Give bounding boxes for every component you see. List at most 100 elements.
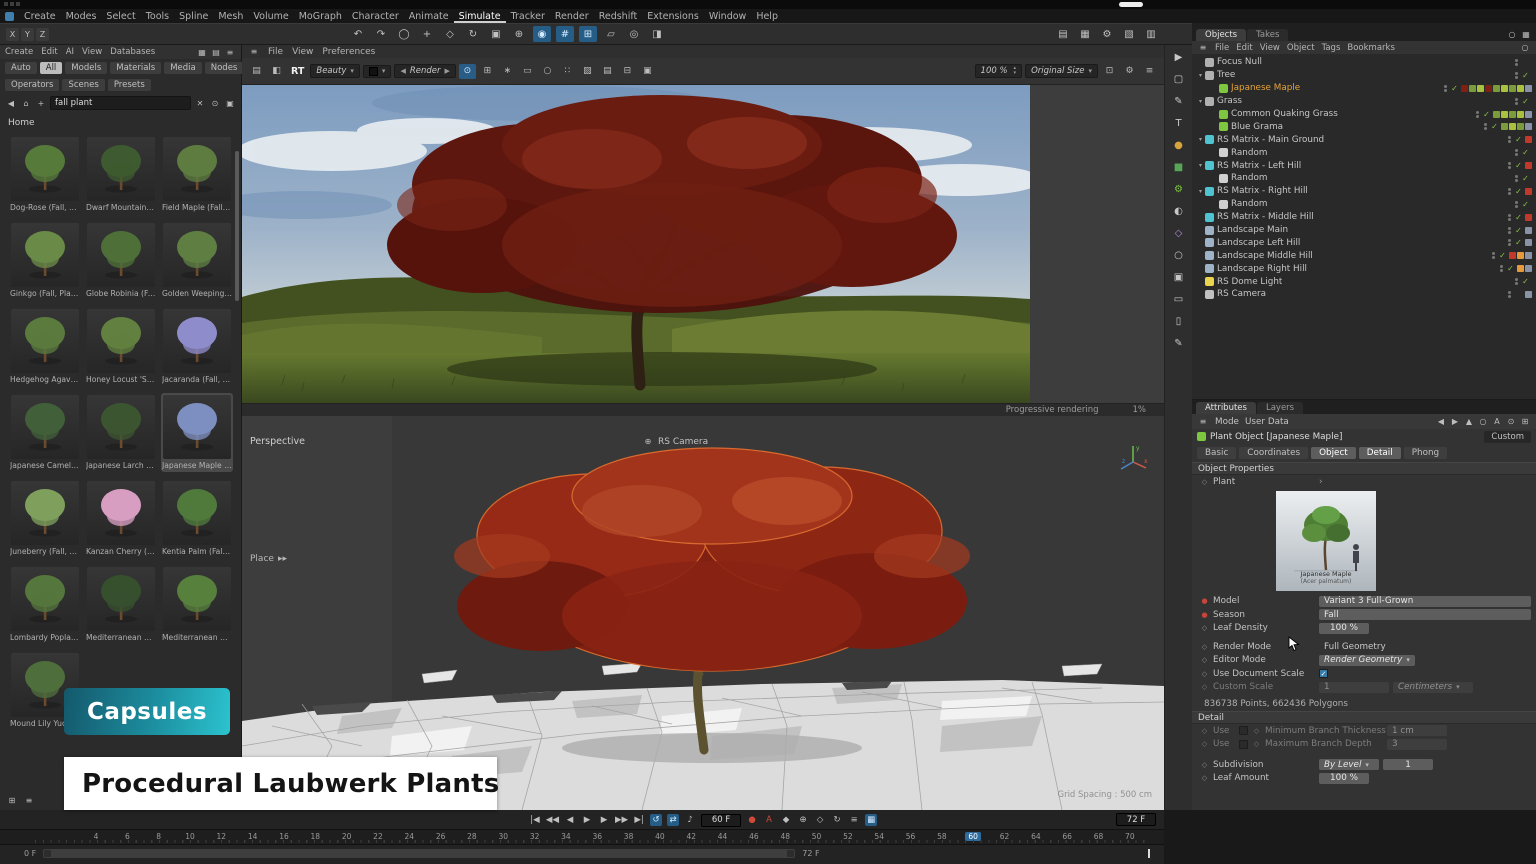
frame-range-slider[interactable] bbox=[43, 849, 795, 858]
asset-item[interactable]: Ginkgo (Fall, Plant) bbox=[9, 221, 81, 300]
asset-filter-tab[interactable]: Scenes bbox=[62, 79, 104, 91]
visibility-dots[interactable] bbox=[1484, 123, 1487, 130]
attribute-tab-button[interactable]: Phong bbox=[1404, 447, 1447, 459]
rt-toggle[interactable]: RT bbox=[288, 66, 307, 77]
menu-item[interactable]: Character bbox=[347, 10, 404, 23]
sound-icon[interactable]: ♪ bbox=[684, 814, 696, 826]
thumbnail-view-icon[interactable]: ▦ bbox=[196, 47, 208, 58]
om-menu-item[interactable]: Object bbox=[1287, 43, 1315, 53]
user-data-menu[interactable]: User Data bbox=[1245, 417, 1289, 427]
axis-lock-button[interactable]: X bbox=[6, 28, 19, 41]
visibility-dots[interactable] bbox=[1508, 214, 1511, 221]
ipr-icon[interactable]: ▣ bbox=[639, 64, 656, 79]
model-dropdown[interactable]: Variant 3 Full-Grown bbox=[1319, 596, 1531, 607]
object-row[interactable]: RS Matrix - Middle Hill ✓ bbox=[1192, 211, 1536, 224]
season-dropdown[interactable]: Fall bbox=[1319, 609, 1531, 620]
generator-gear-icon[interactable]: ⚙ bbox=[1170, 182, 1188, 197]
object-row[interactable]: RS Camera bbox=[1192, 288, 1536, 301]
simulate-toggle-icon[interactable]: ◉ bbox=[533, 26, 551, 42]
viewport-menu-icon[interactable]: ≡ bbox=[248, 46, 260, 57]
render-pass-dropdown[interactable]: Beauty▾ bbox=[310, 64, 360, 78]
asset-menu-item[interactable]: AI bbox=[66, 47, 74, 57]
next-key-icon[interactable]: ▶▶ bbox=[615, 814, 628, 826]
attributes-tab[interactable]: Attributes bbox=[1196, 402, 1256, 414]
text-tool-icon[interactable]: T bbox=[1170, 116, 1188, 131]
object-row[interactable]: ▾ Tree ✓ bbox=[1192, 69, 1536, 82]
asset-filter-tab[interactable]: Operators bbox=[5, 79, 59, 91]
ab-split-icon[interactable]: ⊟ bbox=[619, 64, 636, 79]
search-icon[interactable]: ○ bbox=[1506, 29, 1518, 40]
attribute-tab-button[interactable]: Object bbox=[1311, 447, 1356, 459]
play-icon[interactable]: ▶ bbox=[581, 814, 593, 826]
enable-check-icon[interactable]: ✓ bbox=[1514, 187, 1523, 196]
enable-check-icon[interactable]: ✓ bbox=[1521, 97, 1530, 106]
add-asset-icon[interactable]: + bbox=[35, 98, 47, 109]
enable-check-icon[interactable]: ✓ bbox=[1514, 161, 1523, 170]
asset-filter-tab[interactable]: Media bbox=[164, 62, 202, 74]
visibility-dots[interactable] bbox=[1444, 85, 1447, 92]
menu-item[interactable]: Modes bbox=[61, 10, 102, 23]
render-view-menu-item[interactable]: Preferences bbox=[322, 47, 375, 57]
tag-chip[interactable] bbox=[1525, 214, 1532, 221]
object-row[interactable]: Random ✓ bbox=[1192, 146, 1536, 159]
scale-tool-icon[interactable]: ◇ bbox=[441, 26, 459, 42]
enable-check-icon[interactable]: ✓ bbox=[1521, 148, 1530, 157]
custom-button[interactable]: Custom bbox=[1484, 431, 1531, 443]
menu-item[interactable]: Extensions bbox=[642, 10, 704, 23]
leaf-amount-field[interactable]: 100 % bbox=[1319, 773, 1369, 784]
interactive-render-icon[interactable]: ▧ bbox=[1120, 26, 1138, 42]
object-row[interactable]: Landscape Left Hill ✓ bbox=[1192, 236, 1536, 249]
menu-item[interactable]: Tools bbox=[141, 10, 174, 23]
asset-item[interactable]: Field Maple (Fall, Plant) bbox=[161, 135, 233, 214]
home-icon[interactable]: ⌂ bbox=[20, 98, 32, 109]
goto-start-icon[interactable]: |◀ bbox=[529, 814, 541, 826]
region-render-icon[interactable]: ▭ bbox=[519, 64, 536, 79]
menu-item[interactable]: Create bbox=[19, 10, 61, 23]
om-menu-item[interactable]: Edit bbox=[1236, 43, 1252, 53]
asset-filter-tab[interactable]: Models bbox=[65, 62, 107, 74]
new-panel-icon[interactable]: ⊞ bbox=[1519, 416, 1531, 427]
anim-dot-icon[interactable]: ◇ bbox=[1200, 761, 1209, 769]
object-row[interactable]: Landscape Main ✓ bbox=[1192, 224, 1536, 237]
tag-chip[interactable] bbox=[1477, 85, 1484, 92]
back-icon[interactable]: ◀ bbox=[5, 98, 17, 109]
zoom-stepper[interactable]: ▴▾ bbox=[1014, 66, 1017, 76]
subdivision-field[interactable]: 1 bbox=[1383, 759, 1433, 770]
asset-filter-tab[interactable]: All bbox=[40, 62, 63, 74]
panel-menu-icon[interactable]: ≡ bbox=[1197, 416, 1209, 427]
om-menu-item[interactable]: View bbox=[1260, 43, 1280, 53]
expand-arrow-icon[interactable]: ▾ bbox=[1196, 72, 1205, 79]
clear-search-icon[interactable]: ✕ bbox=[194, 98, 206, 109]
tag-chip[interactable] bbox=[1501, 123, 1508, 130]
tag-chip[interactable] bbox=[1525, 136, 1532, 143]
object-row[interactable]: Random ✓ bbox=[1192, 198, 1536, 211]
mode-menu[interactable]: Mode bbox=[1215, 417, 1239, 427]
visibility-dots[interactable] bbox=[1515, 98, 1518, 105]
tag-chip[interactable] bbox=[1525, 85, 1532, 92]
tag-chip[interactable] bbox=[1517, 252, 1524, 259]
keyframe-icon[interactable]: ◆ bbox=[780, 814, 792, 826]
forward-icon[interactable]: ▶ bbox=[1449, 416, 1461, 427]
tag-chip[interactable] bbox=[1525, 188, 1532, 195]
asset-filter-tab[interactable]: Materials bbox=[110, 62, 161, 74]
select-arrow-icon[interactable]: ▶ bbox=[1170, 50, 1188, 65]
asset-item[interactable]: Mediterranean Cypress (Fall, Plant) bbox=[85, 565, 157, 644]
tag-chip[interactable] bbox=[1493, 111, 1500, 118]
object-row[interactable]: Japanese Maple ✓ bbox=[1192, 82, 1536, 95]
zoom-field[interactable]: 100 % ▴▾ bbox=[975, 64, 1023, 78]
pen-spline-icon[interactable]: ✎ bbox=[1170, 94, 1188, 109]
tag-chip[interactable] bbox=[1525, 265, 1532, 272]
axis-lock-button[interactable]: Y bbox=[21, 28, 34, 41]
grid-overlay-icon[interactable]: ⊞ bbox=[479, 64, 496, 79]
visibility-dots[interactable] bbox=[1515, 149, 1518, 156]
tag-chip[interactable] bbox=[1493, 85, 1500, 92]
object-row[interactable]: ▾ RS Matrix - Main Ground ✓ bbox=[1192, 133, 1536, 146]
goto-end-icon[interactable]: ▶| bbox=[633, 814, 645, 826]
enable-check-icon[interactable]: ✓ bbox=[1514, 226, 1523, 235]
plant-preview[interactable]: Japanese Maple (Acer palmatum) bbox=[1276, 491, 1376, 591]
perspective-viewport[interactable]: Perspective ⊕ RS Camera Place ▸▸ y x z bbox=[242, 416, 1164, 810]
camera-label[interactable]: ⊕ RS Camera bbox=[642, 436, 708, 447]
expand-arrow-icon[interactable]: ▾ bbox=[1196, 136, 1205, 143]
attribute-tab-button[interactable]: Coordinates bbox=[1239, 447, 1308, 459]
tag-chip[interactable] bbox=[1517, 111, 1524, 118]
